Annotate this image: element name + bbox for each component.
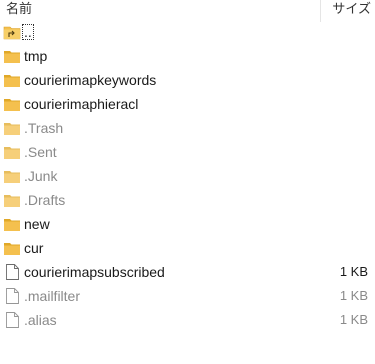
list-item-folder[interactable]: .Sent xyxy=(0,140,375,164)
list-item-parent[interactable]: .. xyxy=(0,20,375,44)
file-icon xyxy=(6,264,19,280)
folder-icon xyxy=(4,171,20,183)
folder-icon xyxy=(4,219,20,231)
file-icon xyxy=(6,288,19,304)
folder-icon xyxy=(4,123,20,135)
folder-icon xyxy=(4,147,20,159)
column-divider[interactable] xyxy=(320,0,321,22)
file-size: 1 KB xyxy=(339,288,368,303)
file-size: 1 KB xyxy=(339,312,368,327)
list-item-label: .mailfilter xyxy=(24,288,81,304)
list-item-label: cur xyxy=(24,240,44,256)
list-item-label: .Sent xyxy=(24,144,57,160)
list-item-label: .Junk xyxy=(24,168,58,184)
list-item-label: new xyxy=(24,216,50,232)
list-item-folder[interactable]: .Junk xyxy=(0,164,375,188)
list-item-label: courierimaphieracl xyxy=(24,96,139,112)
column-header-size[interactable]: サイズ xyxy=(332,0,371,18)
list-item-folder[interactable]: tmp xyxy=(0,44,375,68)
folder-icon xyxy=(4,99,20,111)
list-item-folder[interactable]: courierimaphieracl xyxy=(0,92,375,116)
folder-icon xyxy=(4,195,20,207)
file-size: 1 KB xyxy=(339,264,368,279)
file-list: .. tmp courierimapkeywords courierimaphi… xyxy=(0,20,375,332)
list-item-folder[interactable]: new xyxy=(0,212,375,236)
folder-up-icon xyxy=(3,26,21,40)
file-icon xyxy=(6,312,19,328)
list-item-label: courierimapkeywords xyxy=(24,72,157,88)
folder-icon xyxy=(4,51,20,63)
list-item-label: .Trash xyxy=(24,120,64,136)
list-item-file[interactable]: .mailfilter 1 KB xyxy=(0,284,375,308)
list-item-folder[interactable]: .Trash xyxy=(0,116,375,140)
list-item-folder[interactable]: cur xyxy=(0,236,375,260)
list-item-file[interactable]: courierimapsubscribed 1 KB xyxy=(0,260,375,284)
list-item-file[interactable]: .alias 1 KB xyxy=(0,308,375,332)
folder-icon xyxy=(4,75,20,87)
list-item-label: .Drafts xyxy=(24,192,66,208)
column-header-name[interactable]: 名前 xyxy=(6,0,32,18)
list-item-label: courierimapsubscribed xyxy=(24,264,165,280)
list-item-folder[interactable]: .Drafts xyxy=(0,188,375,212)
list-item-label: tmp xyxy=(24,48,48,64)
folder-icon xyxy=(4,243,20,255)
list-item-label: .. xyxy=(22,24,34,40)
list-item-folder[interactable]: courierimapkeywords xyxy=(0,68,375,92)
list-item-label: .alias xyxy=(24,312,57,328)
